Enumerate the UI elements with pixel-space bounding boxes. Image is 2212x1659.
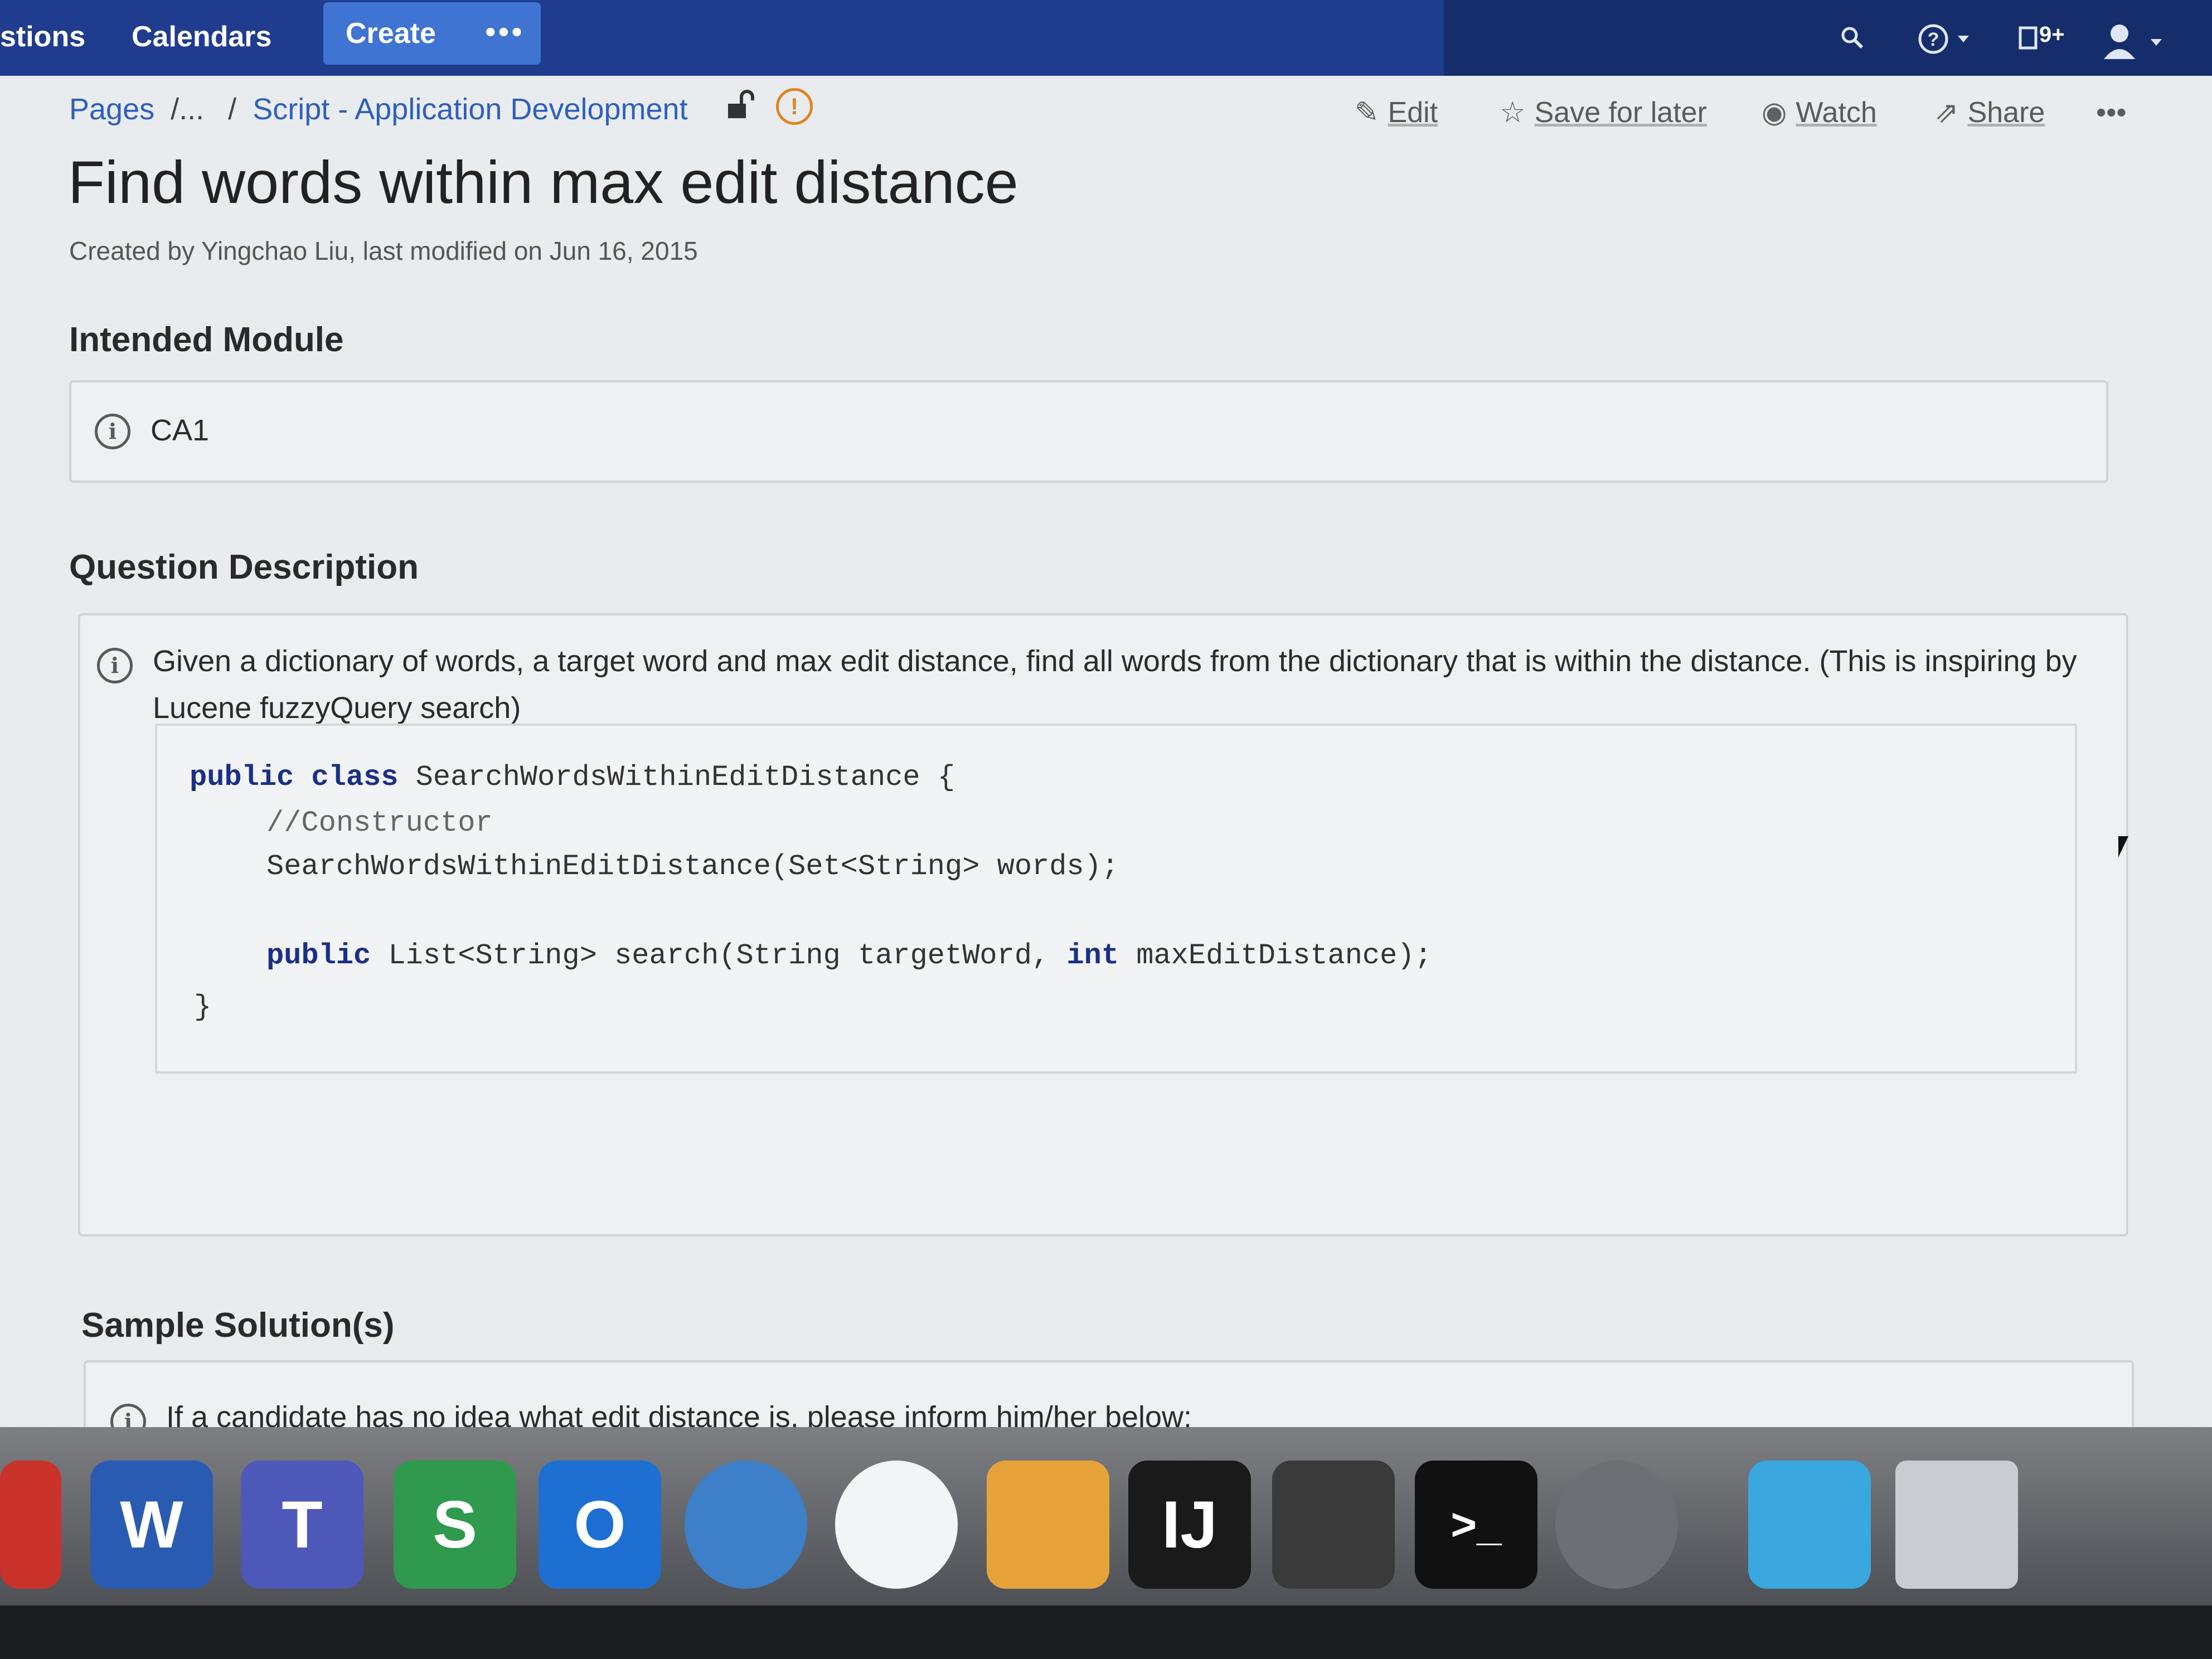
intended-module-heading: Intended Module [69,321,344,359]
code-block: public class SearchWordsWithinEditDistan… [155,724,2077,1074]
save-for-later-button[interactable]: ☆ Save for later [1500,91,1707,134]
breadcrumb-separator: / [228,93,237,126]
create-more-button[interactable]: ••• [485,13,525,50]
code-class-name: SearchWordsWithinEditDistance { [398,761,955,794]
watch-button-label: Watch [1796,96,1877,129]
code-keyword: public [266,939,371,972]
top-navigation-bar: stions Calendars Create ••• ? 9+ [0,0,2212,76]
edit-button-label: Edit [1388,96,1438,129]
page-more-actions-button[interactable]: ••• [2096,91,2127,134]
watch-button[interactable]: ◉ Watch [1762,91,1877,134]
page-metadata: Created by Yingchao Liu, last modified o… [69,236,698,265]
word-app-icon[interactable]: W [90,1461,213,1589]
top-bar-right-region [1444,0,2212,76]
dock-shelf [0,1605,2212,1659]
warning-icon[interactable]: ! [776,88,813,125]
code-line-constructor: SearchWordsWithinEditDistance(Set<String… [266,850,1119,883]
intellij-app-icon[interactable]: IJ [1128,1461,1251,1589]
info-icon: i [97,648,133,683]
trash-icon[interactable] [1895,1461,2018,1589]
eye-icon: ◉ [1762,96,1787,129]
question-description-heading: Question Description [69,548,419,586]
help-icon[interactable]: ? [1918,22,1979,56]
code-method-param: maxEditDistance); [1119,939,1432,972]
sublime-text-app-icon[interactable] [1272,1461,1395,1589]
code-line-class-declaration: public class SearchWordsWithinEditDistan… [190,758,955,797]
sheets-app-icon[interactable]: S [394,1461,516,1589]
code-keyword: int [1066,939,1119,972]
breadcrumb-pages[interactable]: Pages [69,93,154,126]
code-line-comment: //Constructor [266,807,493,840]
wifi-app-icon[interactable] [835,1461,958,1589]
pencil-icon: ✎ [1355,96,1379,129]
notifications-icon[interactable]: 9+ [2018,22,2065,56]
code-line-search-method: public List<String> search(String target… [266,937,1432,976]
intended-module-value: CA1 [151,414,210,447]
unlock-icon[interactable] [725,89,756,128]
question-description-line-1: Given a dictionary of words, a target wo… [153,644,2077,678]
terminal-app-icon[interactable]: >_ [1415,1461,1537,1589]
search-icon[interactable] [1840,22,1864,56]
user-avatar-icon[interactable] [2102,22,2174,59]
code-keyword: public class [190,761,399,794]
intended-module-panel: i CA1 [69,380,2108,483]
edit-button[interactable]: ✎ Edit [1355,91,1438,134]
star-icon: ☆ [1500,96,1526,129]
share-button[interactable]: ⇗ Share [1934,91,2045,134]
mouse-pointer-icon [2118,836,2128,857]
puzzle-app-icon[interactable] [987,1461,1109,1589]
breadcrumb: Pages /... / Script - Application Develo… [69,87,688,132]
create-button-label: Create [346,17,436,50]
code-method-signature: List<String> search(String targetWord, [371,939,1067,972]
notifications-badge: 9+ [2039,22,2065,47]
nav-item-calendars[interactable]: Calendars [132,16,271,58]
downloads-folder-icon[interactable] [1748,1461,1871,1589]
outlook-app-icon[interactable]: O [539,1461,661,1589]
system-preferences-gear-icon[interactable] [1555,1461,1678,1589]
breadcrumb-parent-page[interactable]: Script - Application Development [253,93,687,126]
create-button[interactable]: Create ••• [323,2,541,65]
page-title: Find words within max edit distance [68,148,1018,216]
code-line-closing-brace: } [194,991,212,1023]
save-for-later-label: Save for later [1534,96,1707,129]
share-icon: ⇗ [1934,96,1959,129]
info-icon: i [95,414,130,449]
teams-app-icon[interactable]: T [241,1461,363,1589]
breadcrumb-ellipsis[interactable]: /... [171,93,204,126]
vpn-app-icon[interactable] [685,1461,807,1589]
powerpoint-app-icon[interactable] [0,1461,61,1589]
nav-item-questions[interactable]: stions [0,16,85,58]
svg-text:?: ? [1928,29,1939,50]
share-button-label: Share [1967,96,2045,129]
sample-solutions-heading: Sample Solution(s) [81,1306,395,1345]
